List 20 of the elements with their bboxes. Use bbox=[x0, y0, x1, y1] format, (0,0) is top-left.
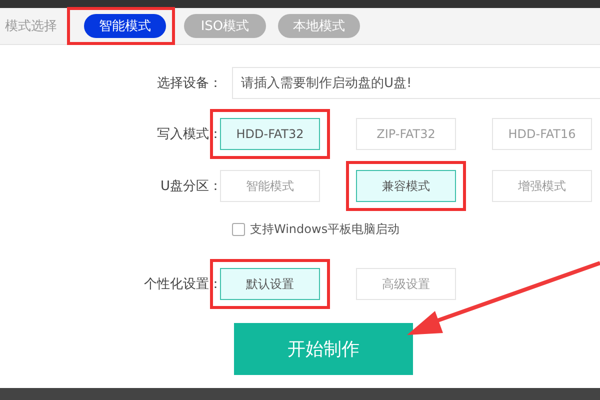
mode-tab[interactable]: 本地模式 bbox=[278, 14, 360, 38]
field-label: 写入模式： bbox=[156, 126, 222, 143]
checkbox-label: 支持Windows平板电脑启动 bbox=[250, 221, 400, 238]
partition-option[interactable]: 智能模式 bbox=[220, 170, 320, 202]
device-field[interactable]: 请插入需要制作启动盘的U盘! bbox=[232, 67, 600, 99]
write-mode-option[interactable]: HDD-FAT16 bbox=[492, 118, 592, 150]
write-mode-option[interactable]: HDD-FAT32 bbox=[220, 118, 320, 150]
field-label: 个性化设置： bbox=[143, 276, 222, 293]
mode-label: 模式选择 bbox=[5, 18, 57, 35]
settings-option[interactable]: 默认设置 bbox=[220, 268, 320, 300]
mode-tab[interactable]: ISO模式 bbox=[184, 14, 266, 38]
field-label: 选择设备： bbox=[156, 75, 222, 92]
mode-tab[interactable]: 智能模式 bbox=[84, 14, 166, 38]
checkbox[interactable] bbox=[232, 223, 245, 236]
partition-option[interactable]: 增强模式 bbox=[492, 170, 592, 202]
start-button[interactable]: 开始制作 bbox=[234, 323, 413, 375]
write-mode-option[interactable]: ZIP-FAT32 bbox=[356, 118, 456, 150]
settings-option[interactable]: 高级设置 bbox=[356, 268, 456, 300]
field-label: U盘分区： bbox=[159, 178, 222, 195]
partition-option[interactable]: 兼容模式 bbox=[356, 170, 456, 202]
